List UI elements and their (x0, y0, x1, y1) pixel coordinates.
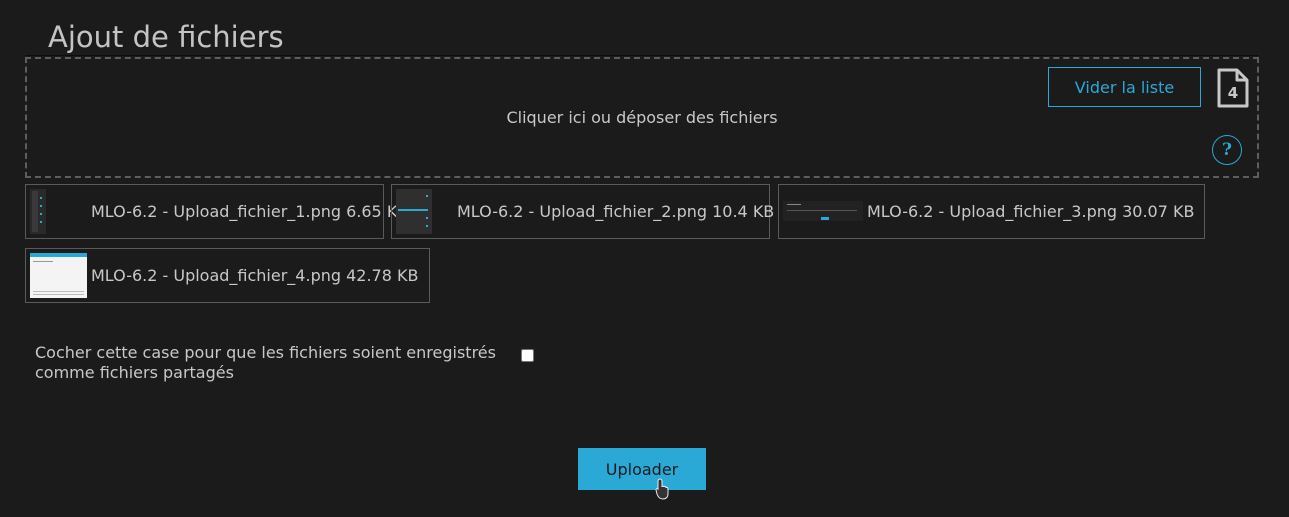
upload-button[interactable]: Uploader (578, 448, 706, 490)
title-divider (25, 55, 1259, 56)
file-item[interactable]: MLO-6.2 - Upload_fichier_2.png 10.4 KB (391, 184, 774, 239)
file-name: MLO-6.2 - Upload_fichier_1.png 6.65 KB (91, 202, 409, 221)
file-count-value: 4 (1227, 84, 1239, 102)
file-thumbnail (396, 189, 453, 234)
file-dropzone[interactable]: Cliquer ici ou déposer des fichiers Vide… (25, 57, 1259, 178)
hand-cursor-icon (655, 478, 669, 500)
shared-files-label: Cocher cette case pour que les fichiers … (35, 343, 496, 382)
file-thumbnail (30, 253, 87, 298)
file-count-badge: 4 (1216, 67, 1250, 109)
clear-list-button[interactable]: Vider la liste (1048, 67, 1201, 107)
file-name: MLO-6.2 - Upload_fichier_4.png 42.78 KB (91, 266, 419, 285)
file-name: MLO-6.2 - Upload_fichier_3.png 30.07 KB (867, 202, 1195, 221)
upload-page: Ajout de fichiers Cliquer ici ou déposer… (0, 0, 1289, 517)
file-name: MLO-6.2 - Upload_fichier_2.png 10.4 KB (457, 202, 775, 221)
file-thumbnail (30, 189, 87, 234)
dropzone-prompt: Cliquer ici ou déposer des fichiers (506, 108, 778, 127)
page-title: Ajout de fichiers (48, 20, 284, 54)
file-item[interactable]: MLO-6.2 - Upload_fichier_4.png 42.78 KB (25, 248, 430, 303)
file-thumbnail (783, 189, 863, 234)
shared-files-checkbox[interactable] (521, 349, 534, 362)
file-item[interactable]: MLO-6.2 - Upload_fichier_3.png 30.07 KB (778, 184, 1205, 239)
file-item[interactable]: MLO-6.2 - Upload_fichier_1.png 6.65 KB (25, 184, 408, 239)
help-button[interactable]: ? (1212, 135, 1242, 165)
